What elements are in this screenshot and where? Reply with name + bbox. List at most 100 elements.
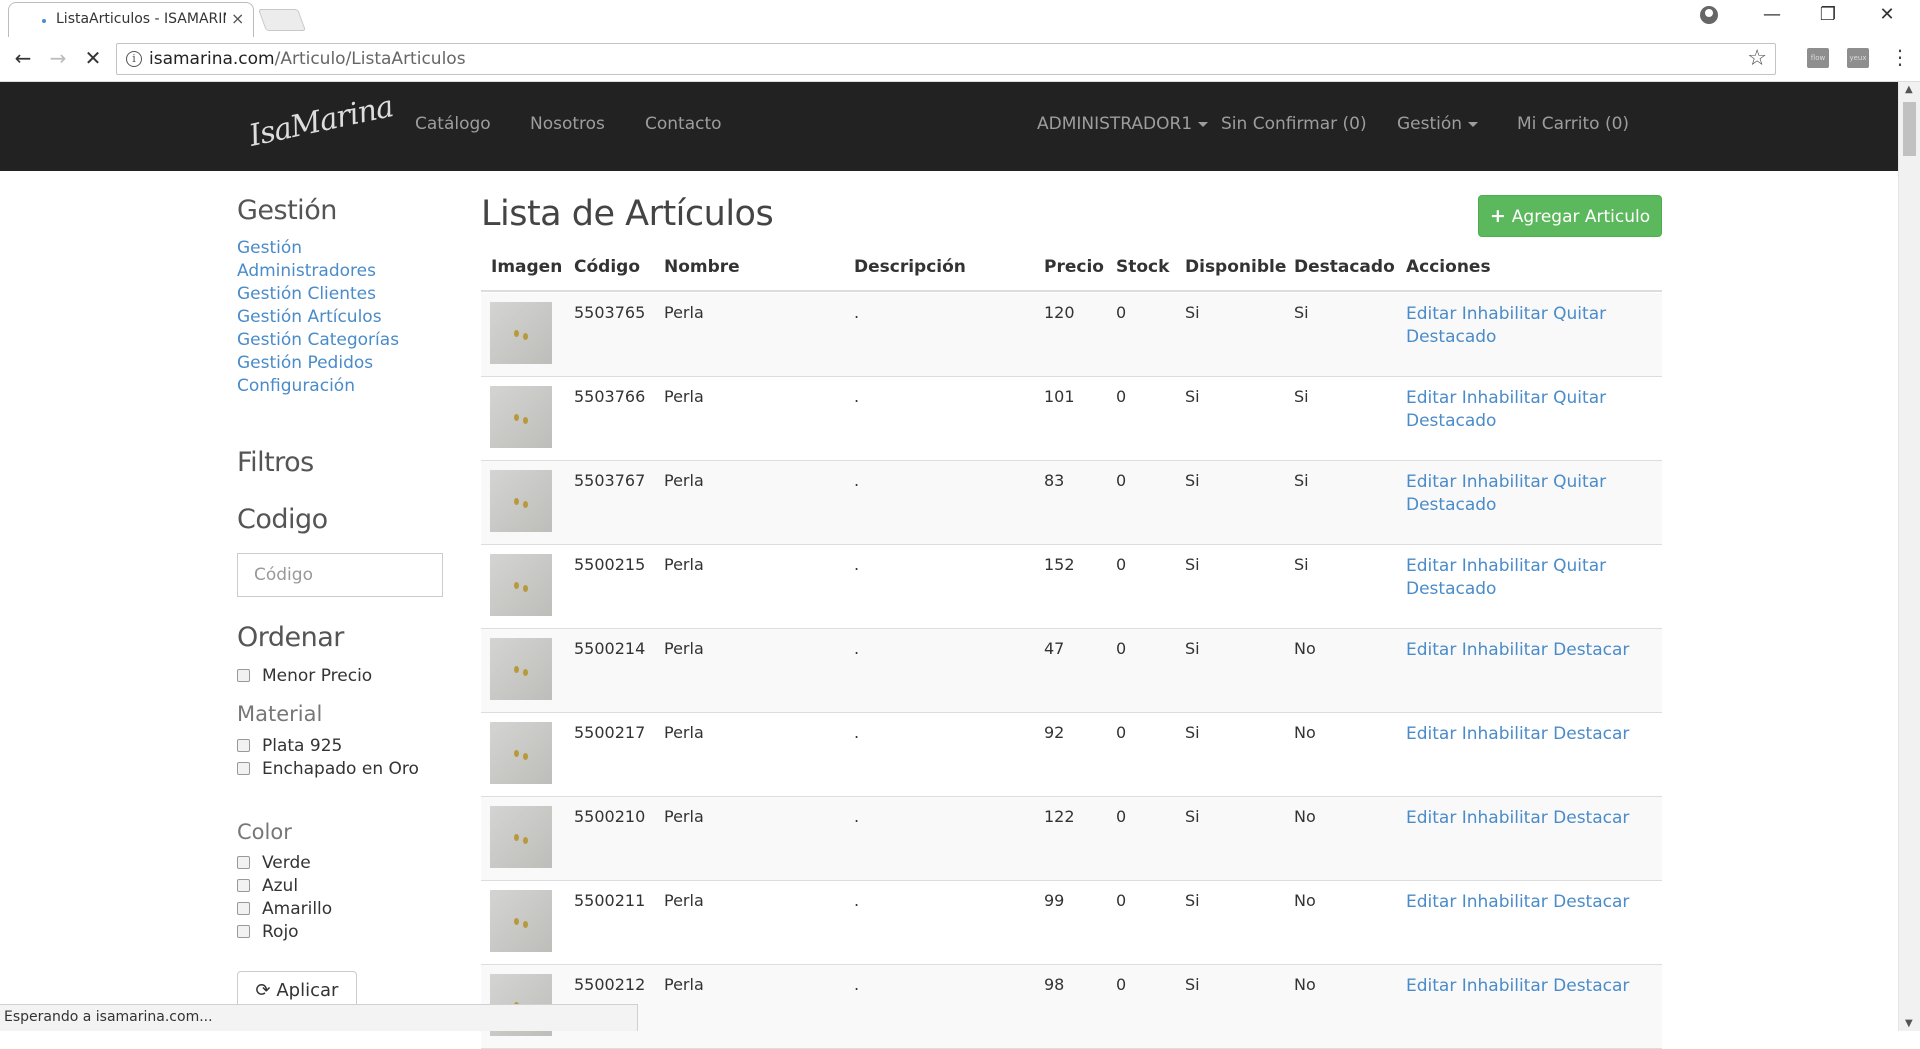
cell-destacado: Si <box>1294 387 1309 406</box>
checkbox[interactable] <box>237 902 250 915</box>
minimize-icon[interactable]: — <box>1757 4 1787 25</box>
checkbox[interactable] <box>237 669 250 682</box>
add-article-button[interactable]: + Agregar Articulo <box>1478 195 1662 237</box>
cell-precio: 99 <box>1044 891 1065 910</box>
product-thumbnail[interactable] <box>490 806 552 868</box>
extension-flow-icon[interactable]: flow <box>1807 48 1829 68</box>
cell-destacado: Si <box>1294 471 1309 490</box>
browser-menu-icon[interactable]: ⋮ <box>1890 45 1910 69</box>
admin-dropdown[interactable]: ADMINISTRADOR1 <box>1037 114 1209 134</box>
sidebar-link-administradores[interactable]: Administradores <box>237 261 376 281</box>
cell-stock: 0 <box>1116 891 1127 910</box>
scroll-up-icon[interactable]: ▲ <box>1905 84 1913 95</box>
row-actions[interactable]: Editar Inhabilitar Quitar Destacado <box>1406 387 1636 433</box>
table-row: 5503767 Perla. 83 0 Si Si Editar Inhabilitar Q… <box>481 461 1662 545</box>
nav-sin-confirmar[interactable]: Sin Confirmar (0) <box>1221 114 1367 134</box>
code-filter-input[interactable] <box>237 553 443 597</box>
cell-nombre: Perla <box>664 387 704 406</box>
row-actions[interactable]: Editar Inhabilitar Quitar Destacado <box>1406 555 1636 601</box>
cell-descripcion: . <box>854 639 860 658</box>
product-thumbnail[interactable] <box>490 722 552 784</box>
filters-title: Filtros <box>237 447 314 478</box>
sidebar-link-pedidos[interactable]: Gestión Pedidos <box>237 353 373 373</box>
row-actions[interactable]: Editar Inhabilitar Destacar <box>1406 639 1636 662</box>
col-header-imagen: Imagen <box>491 257 563 277</box>
cell-codigo: 5503765 <box>574 303 646 322</box>
checkbox[interactable] <box>237 925 250 938</box>
cell-nombre: Perla <box>664 891 704 910</box>
cell-disponible: Si <box>1185 387 1200 406</box>
order-title: Ordenar <box>237 622 344 653</box>
product-thumbnail[interactable] <box>490 302 552 364</box>
row-actions[interactable]: Editar Inhabilitar Destacar <box>1406 807 1636 830</box>
management-dropdown[interactable]: Gestión <box>1397 114 1479 134</box>
cell-disponible: Si <box>1185 303 1200 322</box>
cell-codigo: 5500215 <box>574 555 646 574</box>
table-row: 5500215 Perla. 152 0 Si Si Editar Inhabilitar … <box>481 545 1662 629</box>
checkbox[interactable] <box>237 856 250 869</box>
cell-destacado: No <box>1294 807 1316 826</box>
forward-icon[interactable]: → <box>43 46 73 70</box>
window-close-icon[interactable]: ✕ <box>1872 4 1902 25</box>
extension-yeux-icon[interactable]: yeux <box>1847 48 1869 68</box>
url-bar[interactable]: i isamarina.com/Articulo/ListaArticulos … <box>116 43 1776 75</box>
profile-icon[interactable] <box>1700 6 1718 24</box>
color-option-verde[interactable]: Verde <box>237 853 311 873</box>
sidebar-link-gestion[interactable]: Gestión <box>237 238 302 258</box>
table-header: Imagen Código Nombre Descripción Precio … <box>481 254 1662 292</box>
product-thumbnail[interactable] <box>490 470 552 532</box>
site-logo[interactable]: IsaMarina <box>246 89 396 162</box>
sidebar-link-clientes[interactable]: Gestión Clientes <box>237 284 376 304</box>
cell-stock: 0 <box>1116 639 1127 658</box>
stop-loading-icon[interactable]: ✕ <box>78 46 108 70</box>
color-option-azul[interactable]: Azul <box>237 876 298 896</box>
sidebar-link-articulos[interactable]: Gestión Artículos <box>237 307 382 327</box>
product-thumbnail[interactable] <box>490 890 552 952</box>
cell-descripcion: . <box>854 975 860 994</box>
color-title: Color <box>237 820 292 844</box>
row-actions[interactable]: Editar Inhabilitar Destacar <box>1406 891 1636 914</box>
product-thumbnail[interactable] <box>490 386 552 448</box>
sidebar-link-categorias[interactable]: Gestión Categorías <box>237 330 399 350</box>
site-info-icon[interactable]: i <box>126 51 142 67</box>
nav-contacto[interactable]: Contacto <box>645 114 722 134</box>
cell-nombre: Perla <box>664 639 704 658</box>
close-tab-icon[interactable]: × <box>231 9 244 28</box>
nav-nosotros[interactable]: Nosotros <box>530 114 605 134</box>
refresh-icon: ⟳ <box>255 980 277 1001</box>
color-option-rojo[interactable]: Rojo <box>237 922 299 942</box>
col-header-disponible: Disponible <box>1185 257 1287 277</box>
row-actions[interactable]: Editar Inhabilitar Destacar <box>1406 723 1636 746</box>
scroll-down-icon[interactable]: ▼ <box>1905 1018 1913 1029</box>
order-option-menor-precio[interactable]: Menor Precio <box>237 666 372 686</box>
cell-codigo: 5500217 <box>574 723 646 742</box>
row-actions[interactable]: Editar Inhabilitar Quitar Destacado <box>1406 303 1636 349</box>
checkbox[interactable] <box>237 879 250 892</box>
nav-cart[interactable]: Mi Carrito (0) <box>1517 114 1629 134</box>
product-thumbnail[interactable] <box>490 638 552 700</box>
color-option-amarillo[interactable]: Amarillo <box>237 899 332 919</box>
material-option-plata[interactable]: Plata 925 <box>237 736 342 756</box>
back-icon[interactable]: ← <box>8 46 38 70</box>
row-actions[interactable]: Editar Inhabilitar Quitar Destacado <box>1406 471 1636 517</box>
page-scrollbar[interactable]: ▲ ▼ <box>1898 82 1920 1031</box>
material-option-oro[interactable]: Enchapado en Oro <box>237 759 419 779</box>
checkbox[interactable] <box>237 762 250 775</box>
sidebar-link-configuracion[interactable]: Configuración <box>237 376 355 396</box>
checkbox[interactable] <box>237 739 250 752</box>
cell-nombre: Perla <box>664 303 704 322</box>
nav-catalogo[interactable]: Catálogo <box>415 114 491 134</box>
new-tab-button[interactable] <box>257 9 307 31</box>
browser-tab[interactable]: ListaArticulos - ISAMARINA × <box>8 2 254 37</box>
product-thumbnail[interactable] <box>490 554 552 616</box>
scrollbar-thumb[interactable] <box>1903 102 1916 156</box>
restore-icon[interactable]: ❐ <box>1813 4 1843 25</box>
address-toolbar: ← → ✕ i isamarina.com/Articulo/ListaArti… <box>0 37 1920 82</box>
cell-precio: 101 <box>1044 387 1075 406</box>
cell-descripcion: . <box>854 303 860 322</box>
col-header-destacado: Destacado <box>1294 257 1395 277</box>
bookmark-star-icon[interactable]: ☆ <box>1747 46 1767 71</box>
chevron-down-icon <box>1198 121 1209 127</box>
row-actions[interactable]: Editar Inhabilitar Destacar <box>1406 975 1636 998</box>
table-row: 5500212 Perla. 98 0 Si No Editar Inhabilitar D… <box>481 965 1662 1049</box>
